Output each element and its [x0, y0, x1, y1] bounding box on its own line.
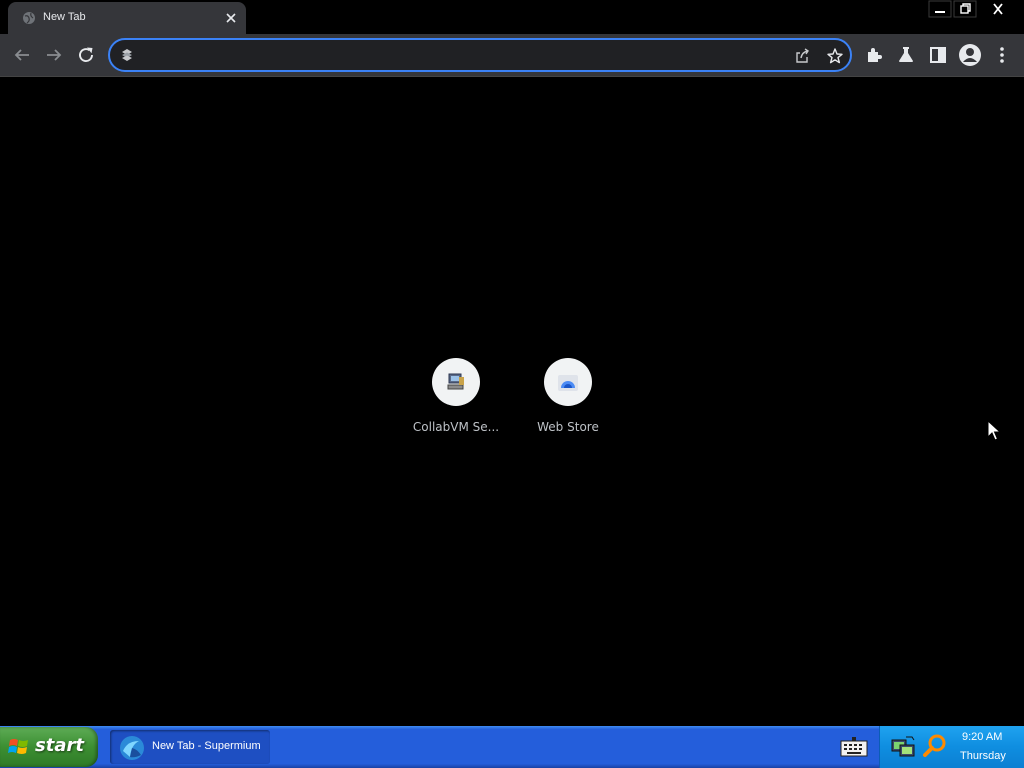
taskbar-item-label: New Tab - Supermium — [152, 740, 261, 752]
keyboard-icon[interactable] — [840, 736, 868, 758]
extensions-puzzle-icon[interactable] — [862, 43, 886, 67]
new-tab-page: CollabVM Se... Web Store — [0, 77, 1024, 726]
tab-title: New Tab — [43, 11, 86, 23]
side-panel-icon[interactable] — [926, 43, 950, 67]
clock-time: 9:20 AM — [962, 731, 1003, 743]
restore-icon[interactable] — [953, 0, 977, 18]
address-input[interactable] — [144, 46, 768, 66]
search-magnifier-icon[interactable] — [922, 733, 948, 759]
system-tray: 9:20 AM Thursday — [879, 726, 1024, 768]
shortcut-icon-holder — [544, 358, 592, 406]
shortcut-label: Web Store — [537, 420, 599, 434]
shortcut-collabvm[interactable]: CollabVM Se... — [401, 358, 511, 448]
supermium-icon — [120, 736, 144, 760]
back-arrow-icon[interactable] — [10, 43, 34, 67]
globe-icon — [23, 12, 35, 24]
labs-flask-icon[interactable] — [894, 43, 918, 67]
address-bar[interactable] — [108, 38, 852, 72]
web-store-icon — [558, 375, 578, 391]
windows-flag-icon — [8, 739, 28, 754]
shortcut-web-store[interactable]: Web Store — [513, 358, 623, 448]
reload-icon[interactable] — [74, 43, 98, 67]
shortcut-label: CollabVM Se... — [412, 420, 500, 434]
minimize-icon[interactable] — [928, 0, 952, 18]
window-close-icon[interactable] — [986, 0, 1010, 18]
close-icon[interactable] — [223, 10, 239, 26]
profile-avatar-icon[interactable] — [958, 43, 982, 67]
shortcut-icon-holder — [432, 358, 480, 406]
share-icon[interactable] — [793, 47, 811, 65]
browser-toolbar — [0, 34, 1024, 77]
network-icon[interactable] — [890, 734, 916, 760]
clock-day: Thursday — [960, 750, 1006, 762]
mouse-cursor-icon — [987, 420, 1001, 441]
start-label: start — [35, 735, 84, 756]
collabvm-computer-icon — [447, 373, 464, 390]
menu-dots-icon[interactable] — [990, 43, 1014, 67]
forward-arrow-icon[interactable] — [42, 43, 66, 67]
start-button[interactable]: start — [0, 727, 98, 767]
taskbar-item-supermium[interactable]: New Tab - Supermium — [110, 730, 270, 764]
taskbar: start New Tab - Supermium 9:20 AM Thursd… — [0, 726, 1024, 768]
tab-strip: New Tab — [0, 0, 1024, 34]
browser-tab[interactable]: New Tab — [8, 2, 246, 34]
star-icon[interactable] — [826, 47, 844, 65]
search-engine-icon — [122, 49, 132, 61]
